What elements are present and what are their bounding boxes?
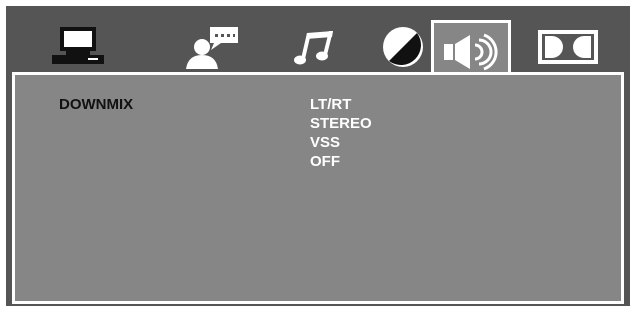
option-stereo[interactable]: STEREO	[310, 114, 372, 133]
tab-language[interactable]	[172, 22, 252, 72]
settings-panel: DOWNMIX LT/RT STEREO VSS OFF	[12, 72, 624, 304]
option-off[interactable]: OFF	[310, 152, 372, 171]
dolby-logo-icon	[538, 30, 598, 64]
downmix-label: DOWNMIX	[59, 96, 134, 113]
downmix-options: LT/RT STEREO VSS OFF	[310, 95, 372, 171]
contrast-circle-icon	[383, 27, 423, 67]
tab-bar	[6, 6, 630, 80]
option-vss[interactable]: VSS	[310, 133, 372, 152]
person-speech-icon	[186, 27, 238, 69]
option-lt-rt[interactable]: LT/RT	[310, 95, 372, 114]
speaker-icon	[444, 33, 498, 70]
tab-speaker[interactable]	[431, 20, 511, 80]
tab-general[interactable]	[40, 22, 120, 72]
monitor-icon	[52, 27, 104, 64]
tab-dolby[interactable]	[528, 22, 608, 72]
tab-audio[interactable]	[276, 22, 356, 72]
setup-menu-screen: DOWNMIX LT/RT STEREO VSS OFF	[6, 6, 630, 306]
music-note-icon	[294, 31, 333, 65]
